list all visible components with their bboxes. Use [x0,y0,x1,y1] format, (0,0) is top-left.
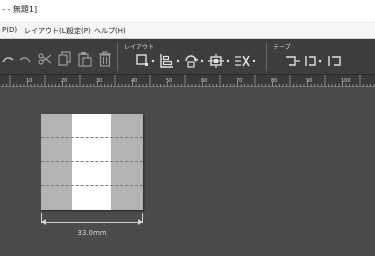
no-arrange-dropdown-icon[interactable] [252,59,256,63]
menu-file[interactable]: P(D) [2,26,17,34]
tape-length-label: 33.0mm [77,229,107,237]
horizontal-ruler: 10 20 30 40 50 60 70 80 90 100 [0,75,375,87]
layout-group-label: レイアウト [124,44,155,51]
tape-center-icon[interactable] [305,54,323,68]
tape-left-icon[interactable] [285,54,301,68]
ruler-label: 100 [341,78,351,84]
window-title: - - 無題1] [2,5,38,14]
guide-line [41,185,143,186]
tape-preview[interactable] [41,114,143,210]
cut-icon[interactable] [38,52,52,66]
ruler-label: 80 [271,78,277,84]
toolbar: レイアウト テープ [0,39,375,75]
guide-line [41,137,143,138]
align-icon[interactable] [160,54,174,68]
distribute-dropdown-icon[interactable] [226,59,230,63]
toolbar-separator [266,43,267,71]
guide-line [41,161,143,162]
print-area[interactable] [72,114,111,210]
frame-dropdown-icon[interactable] [151,59,155,63]
ruler-label: 70 [236,78,242,84]
copy-icon[interactable] [58,51,72,67]
title-bar: - - 無題1] [0,0,375,21]
menu-help[interactable]: ヘルプ(H) [94,26,126,36]
ruler-label: 20 [61,78,67,84]
no-arrange-icon[interactable] [234,54,250,68]
delete-icon[interactable] [98,51,112,67]
ruler-label: 40 [131,78,137,84]
tape-right-icon[interactable] [328,54,344,68]
redo-icon[interactable] [18,53,32,65]
ruler-label: 50 [166,78,172,84]
paste-icon[interactable] [78,51,92,67]
tape-length-dimension: 33.0mm [41,213,143,241]
ruler-scale: 10 20 30 40 50 60 70 80 90 100 [2,75,375,87]
undo-icon[interactable] [1,53,15,65]
menu-bar: P(D) レイアウト(L) 設定(P) ヘルプ(H) [0,21,375,39]
ruler-label: 30 [96,78,102,84]
rotate-dropdown-icon[interactable] [200,59,204,63]
distribute-icon[interactable] [208,54,224,68]
frame-icon[interactable] [136,54,150,68]
dimension-line [41,222,143,223]
ruler-label: 90 [306,78,312,84]
ruler-label: 10 [26,78,32,84]
toolbar-separator [117,43,118,71]
dimension-arrow-right [138,219,143,225]
rotate-icon[interactable] [184,54,198,68]
dimension-arrow-left [41,219,46,225]
menu-layout[interactable]: レイアウト(L) [24,26,68,36]
tape-group-label: テープ [273,44,291,51]
align-dropdown-icon[interactable] [176,59,180,63]
menu-settings[interactable]: 設定(P) [67,26,91,36]
ruler-label: 60 [201,78,207,84]
